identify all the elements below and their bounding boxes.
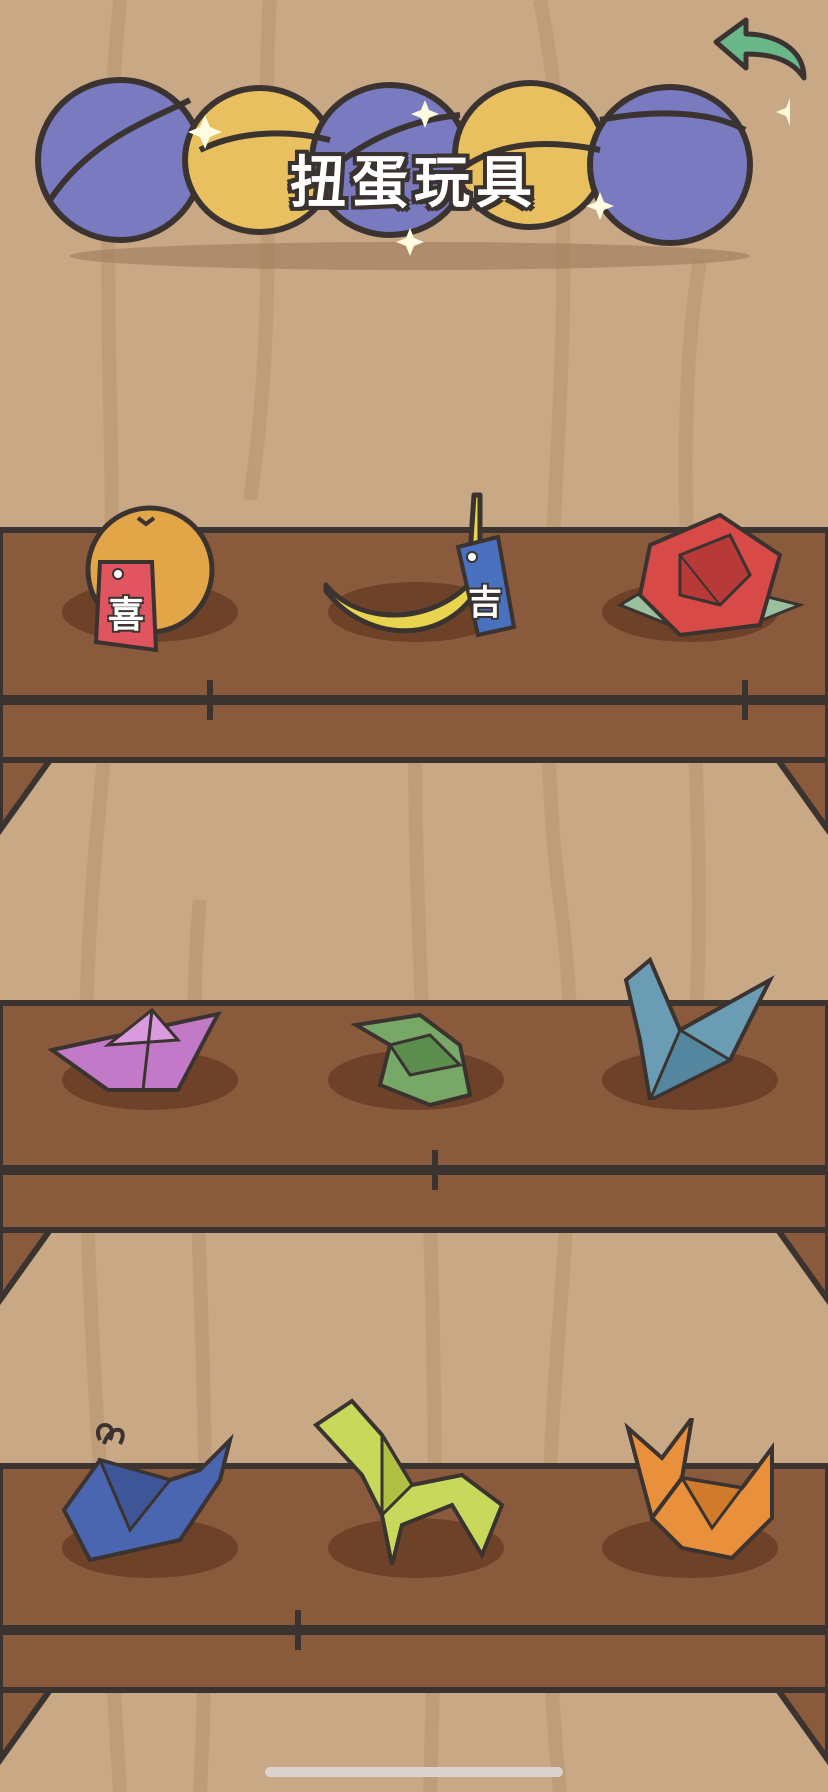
- orange-icon: [85, 505, 215, 653]
- back-arrow-icon: [713, 17, 807, 81]
- back-button[interactable]: [712, 16, 812, 96]
- origami-fox-icon: [624, 1416, 774, 1561]
- home-indicator[interactable]: [265, 1767, 563, 1777]
- shelf-item-origami-horse[interactable]: [312, 1395, 512, 1585]
- orange-tag-label: 喜: [108, 595, 145, 636]
- origami-rose-icon: [616, 512, 805, 638]
- origami-boat-icon: [47, 1007, 222, 1092]
- shelf-item-origami-boat[interactable]: [47, 990, 248, 1180]
- origami-whale-icon: [61, 1423, 234, 1563]
- shelf-item-banana[interactable]: 吉: [318, 475, 518, 665]
- shelf-item-origami-whale[interactable]: [60, 1420, 260, 1610]
- banana-icon: [323, 492, 517, 638]
- shelf-item-origami-crane[interactable]: [620, 950, 820, 1140]
- origami-frog-icon: [350, 1012, 473, 1108]
- page-title: 扭蛋玩具: [290, 151, 538, 216]
- origami-crane-icon: [623, 956, 775, 1104]
- shelf-item-origami-rose[interactable]: [610, 505, 810, 695]
- origami-horse-icon: [312, 1398, 505, 1566]
- shelf-item-origami-fox[interactable]: [622, 1416, 822, 1608]
- shelf-item-origami-frog[interactable]: [350, 1005, 550, 1195]
- banana-tag-label: 吉: [468, 583, 502, 623]
- shelf-item-orange[interactable]: 喜: [60, 500, 260, 690]
